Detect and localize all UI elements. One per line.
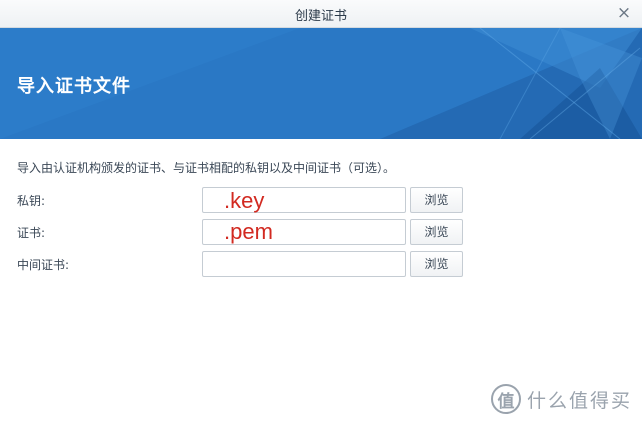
pem-annotation: .pem bbox=[224, 219, 273, 244]
intermediate-certificate-label: 中间证书: bbox=[17, 258, 70, 272]
banner-title: 导入证书文件 bbox=[17, 76, 131, 97]
certificate-label: 证书: bbox=[17, 226, 46, 240]
certificate-browse-button[interactable]: 浏览 bbox=[410, 219, 463, 245]
private-key-browse-button[interactable]: 浏览 bbox=[410, 187, 463, 213]
key-annotation: .key bbox=[224, 188, 265, 213]
intermediate-certificate-field[interactable] bbox=[202, 251, 406, 277]
create-certificate-dialog: 创建证书 × 导入证书文件 导入由认证机构颁发的证书、与证书相配的私钥以及中间证… bbox=[0, 0, 642, 424]
title-bar: 创建证书 × bbox=[0, 0, 642, 28]
header-banner: 导入证书文件 bbox=[0, 28, 642, 139]
watermark-text: 什么值得买 bbox=[526, 389, 632, 412]
watermark-logo-icon: 值 bbox=[490, 384, 521, 414]
intermediate-certificate-browse-button[interactable]: 浏览 bbox=[410, 251, 463, 277]
close-icon[interactable]: × bbox=[614, 3, 634, 23]
import-description: 导入由认证机构颁发的证书、与证书相配的私钥以及中间证书（可选）。 bbox=[17, 161, 396, 175]
private-key-label: 私钥: bbox=[17, 194, 46, 208]
site-watermark: 值 什么值得买 bbox=[490, 384, 632, 414]
dialog-title: 创建证书 bbox=[294, 9, 347, 24]
